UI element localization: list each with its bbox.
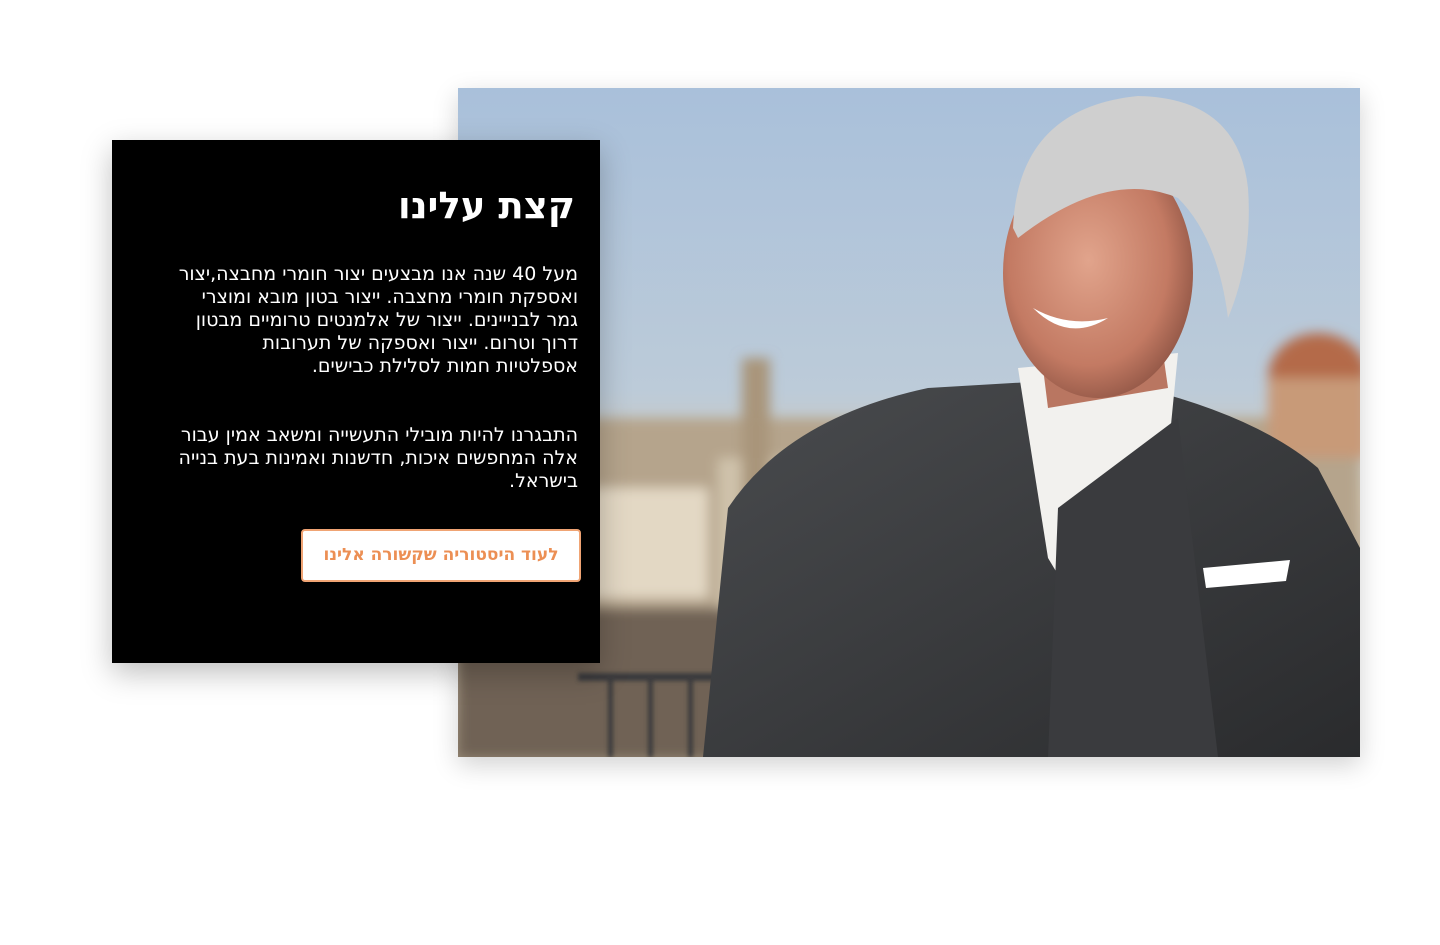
about-card: קצת עלינו מעל 40 שנה אנו מבצעים יצור חומ… [112,140,600,663]
about-title: קצת עלינו [398,184,575,227]
cta-row: לעוד היסטוריה שקשורה אלינו [152,529,581,582]
about-paragraph-2: התבגרנו להיות מובילי התעשייה ומשאב אמין … [178,424,578,492]
about-section: קצת עלינו מעל 40 שנה אנו מבצעים יצור חומ… [0,0,1440,945]
history-button[interactable]: לעוד היסטוריה שקשורה אלינו [301,529,581,582]
about-paragraph-1: מעל 40 שנה אנו מבצעים יצור חומרי מחבצה,י… [178,263,578,377]
